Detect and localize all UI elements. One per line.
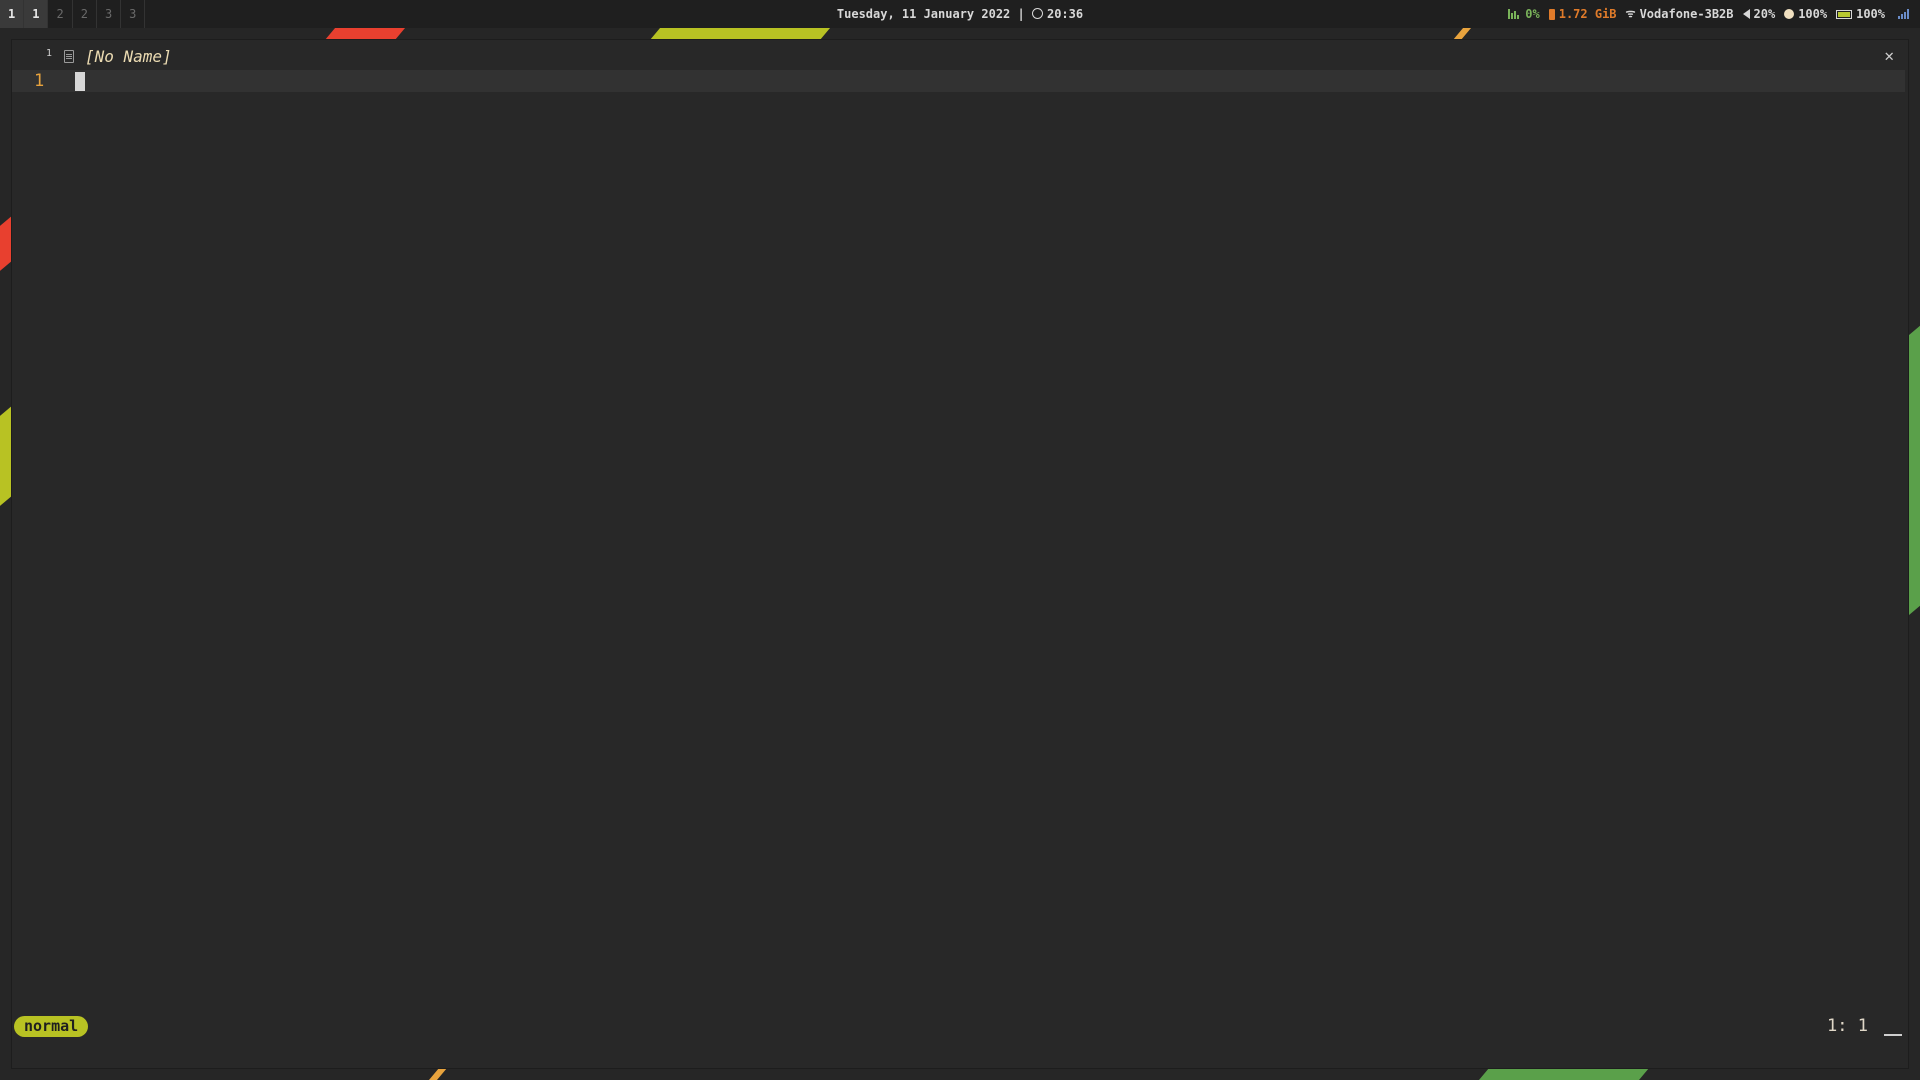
- workspace-3-secondary[interactable]: 3: [121, 0, 146, 28]
- wifi-icon: ᯤ: [1625, 7, 1636, 20]
- cpu-chart-icon: [1508, 9, 1521, 19]
- cursor-position: 1: 1: [1827, 1016, 1868, 1036]
- close-icon[interactable]: ✕: [1884, 46, 1894, 65]
- line-number: 1: [34, 71, 45, 91]
- tabline: 1 [No Name] ✕: [12, 40, 1908, 70]
- volume-value: 20%: [1753, 7, 1776, 21]
- signal-icon[interactable]: [1898, 9, 1910, 19]
- cpu-status[interactable]: 0%: [1508, 0, 1540, 28]
- wifi-status[interactable]: ᯤ Vodafone-3B2B: [1626, 0, 1734, 28]
- buffer-tab[interactable]: [No Name]: [85, 47, 172, 66]
- memory-status[interactable]: 1.72 GiB: [1548, 0, 1617, 28]
- text-cursor: [75, 72, 85, 91]
- volume-status[interactable]: 20%: [1742, 0, 1776, 28]
- date-label: Tuesday, 11 January 2022 |: [836, 7, 1032, 21]
- wallpaper-stripe: [1908, 324, 1920, 616]
- status-area: 0% 1.72 GiB ᯤ Vodafone-3B2B 20% 100% 100…: [1508, 0, 1910, 28]
- cpu-value: 0%: [1525, 7, 1540, 21]
- volume-icon: [1742, 9, 1750, 19]
- time-label: 20:36: [1046, 7, 1084, 21]
- battery-status[interactable]: 100%: [1836, 0, 1885, 28]
- text-area[interactable]: [74, 70, 1894, 1010]
- battery-icon: [1836, 9, 1853, 19]
- wallpaper-stripe: [1452, 28, 1472, 40]
- workspace-list: 1 1 2 2 3 3: [0, 0, 146, 28]
- wallpaper-stripe: [1478, 1068, 1650, 1080]
- workspace-1-secondary[interactable]: 1: [24, 0, 49, 28]
- brightness-value: 100%: [1798, 7, 1828, 21]
- scroll-indicator: [1884, 1034, 1902, 1036]
- tab-number: 1: [46, 48, 53, 59]
- memory-icon: [1548, 8, 1555, 20]
- clock-icon: [1031, 8, 1043, 19]
- workspace-2-secondary[interactable]: 2: [73, 0, 97, 28]
- brightness-icon: [1784, 9, 1795, 19]
- brightness-status[interactable]: 100%: [1784, 0, 1827, 28]
- wallpaper-stripe: [649, 28, 831, 40]
- workspace-1[interactable]: 1: [0, 0, 25, 28]
- wallpaper-stripe: [324, 28, 406, 40]
- workspace-2[interactable]: 2: [48, 0, 73, 28]
- battery-value: 100%: [1856, 7, 1885, 21]
- file-icon: [64, 50, 74, 63]
- memory-value: 1.72 GiB: [1558, 7, 1617, 21]
- mode-indicator: normal: [14, 1016, 89, 1037]
- editor-window: 1 [No Name] ✕ 1 normal 1: 1: [12, 40, 1908, 1068]
- wallpaper-stripe: [428, 1068, 448, 1080]
- wifi-ssid: Vodafone-3B2B: [1639, 7, 1734, 21]
- workspace-3[interactable]: 3: [97, 0, 122, 28]
- desktop: 1 1 2 2 3 3 Tuesday, 11 January 2022 | 2…: [0, 0, 1920, 1080]
- top-bar: 1 1 2 2 3 3 Tuesday, 11 January 2022 | 2…: [0, 0, 1920, 28]
